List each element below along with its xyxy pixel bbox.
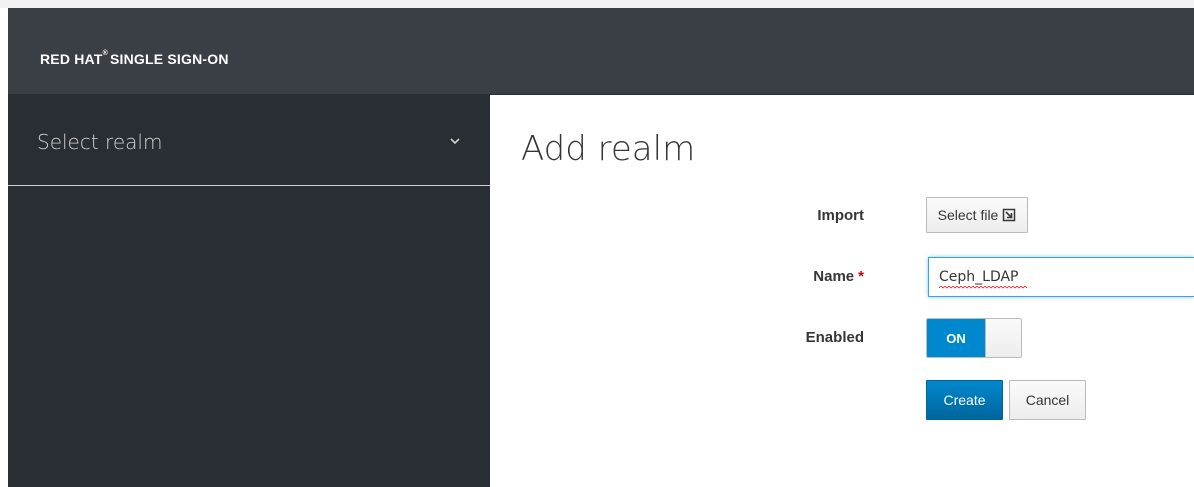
realm-name-input[interactable] [928, 257, 1194, 297]
top-navbar: RED HAT® SINGLE SIGN-ON [8, 8, 1194, 95]
select-file-button[interactable]: Select file [926, 197, 1028, 233]
name-label: Name * [744, 268, 864, 285]
window-left-edge [0, 8, 8, 487]
import-label: Import [817, 207, 864, 224]
brand-primary: RED HAT [40, 51, 103, 67]
cancel-button[interactable]: Cancel [1009, 380, 1086, 420]
chevron-down-icon [450, 138, 460, 145]
brand-trademark: ® [102, 50, 108, 57]
enabled-toggle[interactable]: ON [926, 318, 1022, 358]
required-marker: * [858, 268, 864, 285]
realm-select-label: Select realm [37, 130, 163, 154]
file-import-icon [1003, 208, 1016, 222]
name-label-text: Name [813, 268, 855, 285]
toggle-knob [985, 319, 1021, 357]
toggle-on-label: ON [927, 319, 985, 357]
page-title: Add realm [521, 129, 696, 169]
brand-secondary: SINGLE SIGN-ON [109, 51, 229, 67]
create-button[interactable]: Create [926, 380, 1003, 420]
brand-logo: RED HAT® SINGLE SIGN-ON [40, 50, 229, 67]
main-content: Add realm Import Select file Name* Enabl… [490, 95, 1194, 487]
sidebar: Select realm [8, 95, 490, 487]
select-file-label: Select file [937, 207, 999, 223]
enabled-label: Enabled [805, 329, 864, 346]
window-top-edge [0, 0, 1194, 8]
realm-select-dropdown[interactable]: Select realm [8, 95, 490, 186]
spellcheck-underline [939, 286, 1027, 289]
